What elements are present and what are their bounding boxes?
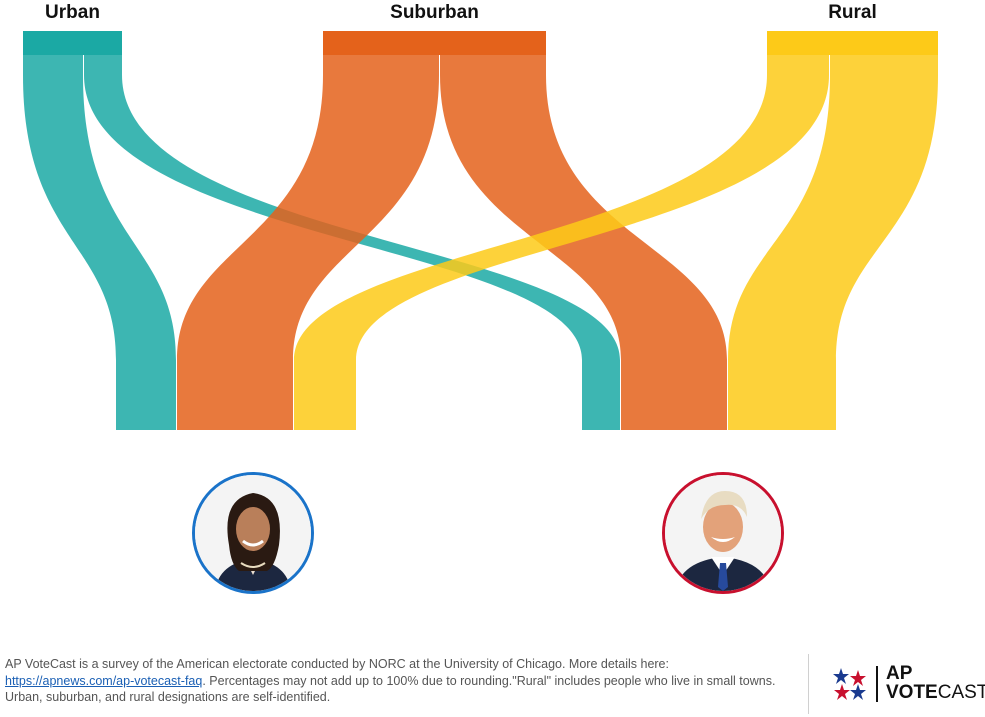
logo-separator [876, 666, 878, 702]
category-bars [23, 31, 938, 55]
bar-urban [23, 31, 122, 55]
label-rural: Rural [828, 2, 877, 23]
category-labels: Urban Suburban Rural [45, 2, 877, 23]
harris-portrait [192, 472, 314, 594]
logo-cast: CAST [937, 682, 985, 703]
logo-vote: VOTE [886, 682, 938, 703]
logo-text: AP VOTECAST [886, 664, 985, 702]
ap-votecast-logo: AP VOTECAST [832, 664, 985, 706]
bar-rural [767, 31, 938, 55]
label-suburban: Suburban [390, 2, 479, 23]
label-urban: Urban [45, 2, 100, 23]
footer-note-prefix: AP VoteCast is a survey of the American … [5, 657, 669, 671]
logo-votecast: VOTECAST [886, 683, 985, 702]
star-stripes-icon [833, 668, 866, 700]
footer-divider [808, 654, 809, 714]
logo-ap: AP [886, 663, 913, 684]
trump-portrait [662, 472, 784, 594]
faq-link[interactable]: https://apnews.com/ap-votecast-faq [5, 674, 202, 688]
bar-suburban [323, 31, 546, 55]
sankey-chart: Urban Suburban Rural [23, 2, 938, 430]
flow-layer [23, 55, 938, 430]
footer-note: AP VoteCast is a survey of the American … [5, 656, 795, 706]
